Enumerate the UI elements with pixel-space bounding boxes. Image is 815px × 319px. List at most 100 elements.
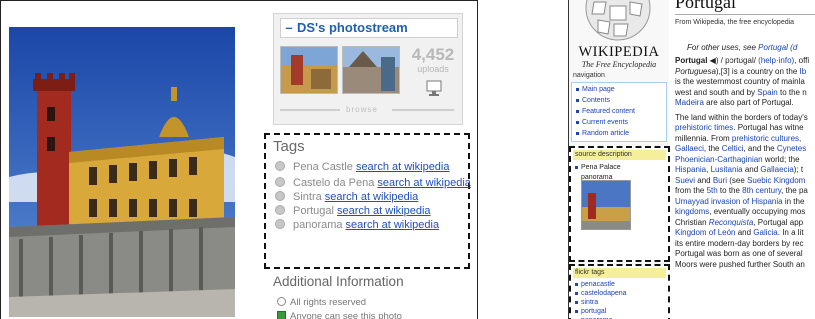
- wikipedia-wordmark[interactable]: Wikipedia: [569, 44, 669, 61]
- article-text: and: [735, 228, 754, 237]
- article-link[interactable]: Galicia: [753, 228, 777, 237]
- tag-name[interactable]: Pena Castle: [293, 161, 353, 173]
- article-link[interactable]: prehistoric cultures: [732, 134, 799, 143]
- nav-item-contents[interactable]: Contents: [576, 97, 610, 104]
- article-line: Madeira are also part of Portugal.: [675, 98, 794, 108]
- browse-label: browse: [346, 105, 378, 114]
- article-text: , Portugal app: [753, 217, 804, 227]
- flickr-tag-link[interactable]: penacastle: [575, 281, 615, 288]
- article-link[interactable]: Suevi: [675, 176, 695, 185]
- search-wikipedia-link[interactable]: search at wikipedia: [325, 191, 419, 203]
- article-link[interactable]: Umayyad invasion of Hispania: [675, 197, 783, 206]
- collapse-icon[interactable]: –: [281, 19, 297, 37]
- article-source-note: From Wikipedia, the free encyclopedia: [675, 19, 795, 26]
- photostream-thumbnail[interactable]: [342, 46, 400, 94]
- article-text: west and south and by: [675, 87, 758, 97]
- flickr-tag-link[interactable]: portugal: [575, 308, 606, 315]
- article-link[interactable]: Suebic Kingdom: [747, 176, 805, 185]
- wikipedia-page: Wikipedia The Free Encyclopedia navigati…: [568, 0, 815, 319]
- article-text: ,: [799, 133, 802, 143]
- browse-right-arrow[interactable]: [392, 109, 454, 111]
- source-description-heading: source description: [573, 150, 666, 160]
- nav-item-main-page[interactable]: Main page: [576, 86, 615, 93]
- tag-icon[interactable]: [275, 205, 285, 215]
- wikipedia-globe-logo[interactable]: [584, 0, 652, 42]
- tag-name[interactable]: Castelo da Pena: [293, 177, 374, 189]
- article-text: to the n: [777, 87, 807, 97]
- article-text: to the: [717, 186, 743, 195]
- article-link[interactable]: Buri: [713, 176, 727, 185]
- navigation-box: Main page Contents Featured content Curr…: [571, 82, 667, 142]
- article-line: Moors were pushed further South an: [675, 260, 805, 270]
- article-link[interactable]: Ib: [800, 67, 807, 76]
- tag-row: Portugal search at wikipedia: [275, 205, 431, 219]
- wikipedia-sidebar: Wikipedia The Free Encyclopedia navigati…: [569, 0, 670, 319]
- article-link[interactable]: (help·info): [758, 56, 794, 65]
- article-link[interactable]: Lusitania: [711, 165, 743, 174]
- photostream-title[interactable]: – DS's photostream: [280, 18, 458, 38]
- article-link[interactable]: 8th century: [742, 186, 781, 195]
- article-link[interactable]: Madeira: [675, 98, 704, 107]
- article-text: and: [695, 175, 713, 185]
- article-content: Portugal From Wikipedia, the free encycl…: [675, 0, 815, 319]
- tag-icon[interactable]: [275, 161, 285, 171]
- article-link[interactable]: Gallaecia: [760, 165, 793, 174]
- flickr-tag-link[interactable]: sintra: [575, 299, 598, 306]
- nav-item-random-article[interactable]: Random article: [576, 130, 629, 137]
- article-text: world; the: [762, 154, 800, 164]
- article-link[interactable]: 5th: [707, 186, 718, 195]
- article-link[interactable]: Cynetes: [777, 144, 806, 153]
- tag-row: Pena Castle search at wikipedia: [275, 161, 450, 175]
- article-text: its entire modern-day borders by rec: [675, 238, 804, 248]
- article-link[interactable]: kingdoms: [675, 207, 709, 216]
- tag-icon[interactable]: [275, 177, 285, 187]
- tag-icon[interactable]: [275, 219, 285, 229]
- search-wikipedia-link[interactable]: search at wikipedia: [346, 219, 440, 231]
- flickr-tag-link[interactable]: castelodapena: [575, 290, 627, 297]
- castle-photo[interactable]: [9, 27, 235, 317]
- article-link[interactable]: Celtici: [722, 144, 744, 153]
- article-line: millennia. From prehistoric cultures,: [675, 134, 801, 144]
- article-link[interactable]: Phoenician-Carthaginian: [675, 155, 763, 164]
- search-wikipedia-link[interactable]: search at wikipedia: [337, 205, 431, 217]
- browse-left-arrow[interactable]: [280, 109, 340, 111]
- source-thumbnail[interactable]: [581, 180, 631, 230]
- article-line: Kingdom of León and Galicia. In a lit: [675, 228, 804, 238]
- article-link[interactable]: Kingdom of León: [675, 228, 736, 237]
- browse-bar[interactable]: browse: [280, 104, 456, 118]
- article-line: Portugal was born as one of several: [675, 249, 803, 259]
- article-link[interactable]: Gallaeci: [675, 144, 704, 153]
- article-text: and: [742, 165, 761, 174]
- article-text: Portugal: [675, 56, 708, 65]
- article-text: ◀) / pɔrtʊɡal/: [707, 56, 759, 65]
- visibility-row: Anyone can see this photo: [277, 311, 402, 319]
- article-text: from the: [675, 186, 707, 195]
- search-wikipedia-link[interactable]: search at wikipedia: [356, 161, 450, 173]
- tag-name[interactable]: Sintra: [293, 191, 322, 203]
- article-text: The land within the borders of today's: [675, 112, 808, 122]
- article-link[interactable]: Reconquista: [709, 218, 753, 227]
- article-text: (see: [727, 175, 748, 185]
- uploads-label: uploads: [417, 64, 449, 74]
- article-link[interactable]: Spain: [757, 88, 777, 97]
- nav-item-current-events[interactable]: Current events: [576, 119, 628, 126]
- article-link[interactable]: prehistoric times: [675, 123, 733, 132]
- tag-icon[interactable]: [275, 191, 285, 201]
- search-wikipedia-link[interactable]: search at wikipedia: [377, 177, 471, 189]
- upload-count: 4,452: [411, 45, 455, 64]
- article-line: Gallaeci, the Celtici, and the Cynetes: [675, 144, 806, 154]
- hatnote: For other uses, see Portugal (d: [687, 43, 798, 52]
- disambiguation-link[interactable]: Portugal (d: [758, 43, 797, 52]
- flickr-photo-page: – DS's photostream 4,452 uploads browse T…: [0, 0, 478, 319]
- monitor-icon[interactable]: [426, 80, 442, 98]
- article-text: , and the: [743, 144, 777, 153]
- article-line: is the westernmost country of mainla: [675, 77, 805, 87]
- article-text: Christian: [675, 217, 709, 227]
- title-divider: [675, 14, 815, 15]
- nav-item-featured-content[interactable]: Featured content: [576, 108, 635, 115]
- tag-name[interactable]: Portugal: [293, 205, 334, 217]
- tag-name[interactable]: panorama: [293, 219, 343, 231]
- article-line: Portuguesa),[3] is a country on the Ib: [675, 67, 806, 77]
- article-link[interactable]: Hispania: [675, 165, 706, 174]
- photostream-thumbnail[interactable]: [280, 46, 338, 94]
